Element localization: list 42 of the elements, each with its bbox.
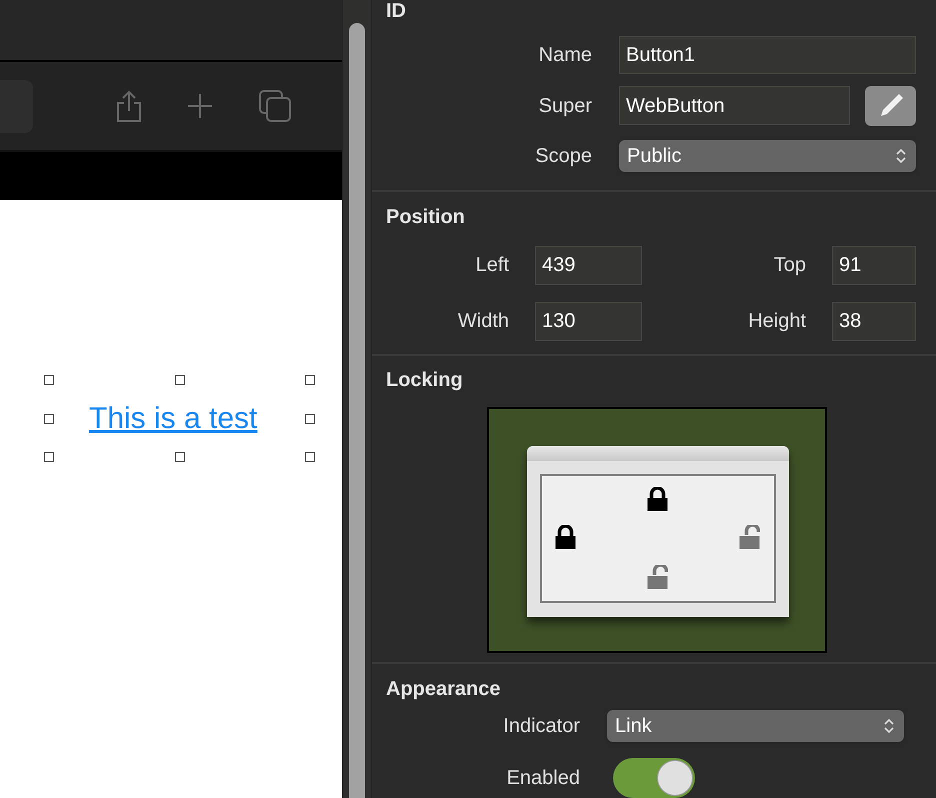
super-field[interactable]: WebButton: [619, 86, 850, 126]
resize-handle[interactable]: [44, 375, 54, 385]
chevron-up-down-icon: [884, 718, 894, 734]
field-label: Super: [538, 94, 592, 119]
chevron-up-down-icon: [896, 148, 906, 164]
popup-menu[interactable]: Public: [619, 140, 916, 172]
field-label: Scope: [534, 144, 592, 169]
section-header: Position: [385, 206, 466, 228]
unlocked-padlock-icon[interactable]: [739, 524, 760, 549]
link[interactable]: This is a test: [89, 401, 258, 437]
resize-handle[interactable]: [305, 452, 315, 462]
edit-button[interactable]: [865, 86, 916, 126]
popup-menu[interactable]: Link: [607, 710, 904, 742]
locked-padlock-icon[interactable]: [647, 486, 668, 511]
field-label: Left: [474, 253, 509, 278]
number-field[interactable]: 91: [832, 246, 916, 285]
name-field[interactable]: Button1: [619, 36, 916, 74]
number-field[interactable]: 38: [832, 302, 916, 341]
resize-handle[interactable]: [175, 452, 185, 462]
plus-icon[interactable]: [187, 93, 213, 119]
field-label: Indicator: [502, 714, 580, 739]
number-field[interactable]: 130: [535, 302, 642, 341]
scrollbar-thumb[interactable]: [349, 23, 365, 798]
field-label: Top: [772, 253, 806, 278]
unlocked-padlock-icon[interactable]: [647, 564, 668, 589]
section-header: ID: [385, 0, 407, 24]
tabs-icon[interactable]: [258, 89, 292, 123]
resize-handle[interactable]: [305, 414, 315, 424]
field-label: Height: [747, 309, 806, 334]
section-header: Locking: [385, 368, 464, 391]
toggle-switch[interactable]: [613, 758, 695, 798]
locked-padlock-icon[interactable]: [555, 524, 576, 549]
number-field[interactable]: 439: [535, 246, 642, 285]
resize-handle[interactable]: [44, 452, 54, 462]
resize-handle[interactable]: [305, 375, 315, 385]
resize-handle[interactable]: [44, 414, 54, 424]
share-icon[interactable]: [115, 89, 143, 123]
field-label: Enabled: [506, 766, 580, 790]
resize-handle[interactable]: [175, 375, 185, 385]
section-header: Appearance: [385, 678, 502, 700]
field-label: Name: [538, 42, 592, 68]
field-label: Width: [456, 309, 509, 334]
